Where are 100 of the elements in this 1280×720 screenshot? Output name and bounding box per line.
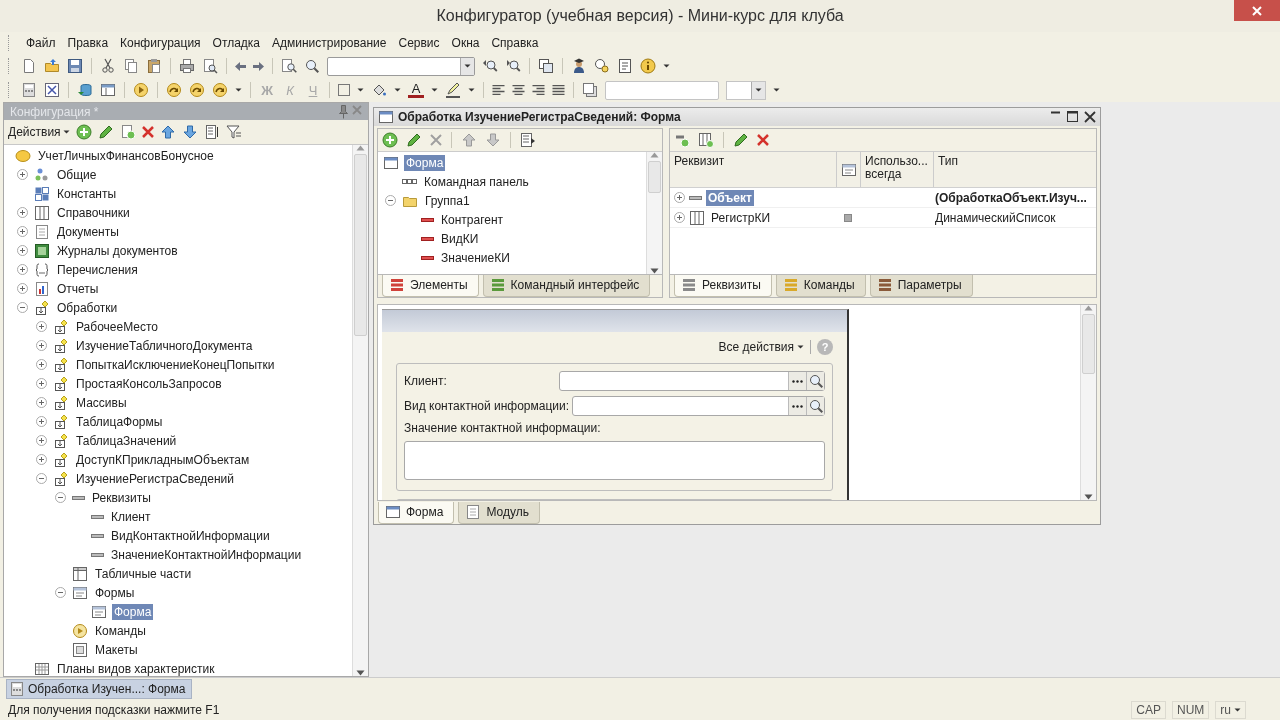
tree-item[interactable]: Группа1 bbox=[423, 192, 472, 209]
scrollbar[interactable] bbox=[352, 145, 368, 676]
column-header[interactable]: Тип bbox=[934, 152, 1096, 187]
scroll-thumb[interactable] bbox=[1082, 314, 1095, 374]
expand-icon[interactable] bbox=[35, 397, 47, 408]
tree-item[interactable]: Командная панель bbox=[422, 173, 531, 190]
collapse-icon[interactable] bbox=[16, 302, 28, 313]
tree-item[interactable]: Обработки bbox=[55, 299, 120, 316]
all-actions-button[interactable]: Все действия bbox=[718, 340, 804, 354]
scroll-thumb[interactable] bbox=[354, 154, 367, 336]
expand-icon[interactable] bbox=[35, 321, 47, 332]
tree-item[interactable]: Документы bbox=[55, 223, 121, 240]
table-row[interactable]: Объект (ОбработкаОбъект.Изуч... bbox=[670, 188, 1096, 208]
search-combo[interactable] bbox=[327, 56, 475, 76]
tree-item[interactable]: Константы bbox=[55, 185, 119, 202]
tree-item[interactable]: Массивы bbox=[74, 394, 129, 411]
tab[interactable]: Команды bbox=[775, 275, 866, 297]
tree-item[interactable]: Контрагент bbox=[439, 211, 506, 228]
attribute-name[interactable]: РегистрКИ bbox=[709, 209, 772, 226]
column-header[interactable]: Реквизит bbox=[670, 152, 837, 187]
tree-item[interactable]: Форма bbox=[404, 154, 446, 171]
menu-item[interactable]: Справка bbox=[491, 36, 539, 50]
expand-icon[interactable] bbox=[16, 169, 28, 180]
tree-item[interactable]: Формы bbox=[93, 584, 137, 601]
table-row[interactable]: РегистрКИ ДинамическийСписок bbox=[670, 208, 1096, 228]
tree-item[interactable]: Команды bbox=[93, 622, 148, 639]
attribute-name[interactable]: Объект bbox=[706, 189, 754, 206]
tree-item[interactable]: Форма bbox=[112, 603, 154, 620]
expand-icon[interactable] bbox=[35, 359, 47, 370]
tree-item[interactable]: Справочники bbox=[55, 204, 132, 221]
font-color-button[interactable]: A bbox=[408, 82, 424, 98]
tab[interactable]: Реквизиты bbox=[674, 275, 772, 297]
tree-item[interactable]: ДоступКПрикладнымОбъектам bbox=[74, 451, 252, 468]
caret-icon bbox=[235, 88, 242, 92]
column-header[interactable]: Использо... всегда bbox=[861, 152, 934, 187]
expand-icon[interactable] bbox=[674, 192, 685, 203]
search-button[interactable] bbox=[806, 397, 824, 415]
tree-item[interactable]: Макеты bbox=[93, 641, 140, 658]
search-button[interactable] bbox=[806, 372, 824, 390]
tree-item[interactable]: ИзучениеТабличногоДокумента bbox=[74, 337, 255, 354]
collapse-icon[interactable] bbox=[54, 587, 66, 598]
text-field[interactable] bbox=[605, 80, 719, 100]
expand-icon[interactable] bbox=[16, 245, 28, 256]
tab[interactable]: Параметры bbox=[869, 275, 973, 297]
menu-item[interactable]: Администрирование bbox=[272, 36, 387, 50]
tree-item[interactable]: РабочееМесто bbox=[74, 318, 160, 335]
scrollbar[interactable] bbox=[1080, 305, 1096, 500]
tree-item[interactable]: ПростаяКонсольЗапросов bbox=[74, 375, 224, 392]
tab[interactable]: Командный интерфейс bbox=[482, 275, 651, 297]
actions-menu[interactable]: Действия bbox=[8, 125, 70, 139]
language-indicator[interactable]: ru bbox=[1215, 701, 1246, 719]
tree-item[interactable]: ТаблицаЗначений bbox=[74, 432, 179, 449]
menu-item[interactable]: Отладка bbox=[212, 36, 261, 50]
input-field[interactable] bbox=[559, 371, 825, 391]
choose-button[interactable] bbox=[788, 397, 806, 415]
expand-icon[interactable] bbox=[35, 435, 47, 446]
tab[interactable]: Форма bbox=[378, 502, 455, 524]
scroll-thumb[interactable] bbox=[648, 161, 661, 193]
tree-item[interactable]: Клиент bbox=[109, 508, 153, 525]
tree-item[interactable]: Общие bbox=[55, 166, 99, 183]
tree-item[interactable]: Перечисления bbox=[55, 261, 140, 278]
tree-item[interactable]: ИзучениеРегистраСведений bbox=[74, 470, 237, 487]
tree-item[interactable]: ВидКИ bbox=[439, 230, 481, 247]
tree-item[interactable]: Реквизиты bbox=[90, 489, 153, 506]
expand-icon[interactable] bbox=[35, 378, 47, 389]
expand-icon[interactable] bbox=[35, 454, 47, 465]
tree-item[interactable]: ЗначениеКИ bbox=[439, 249, 512, 266]
expand-icon[interactable] bbox=[16, 226, 28, 237]
collapse-icon[interactable] bbox=[384, 195, 396, 206]
tree-item[interactable]: УчетЛичныхФинансовБонусное bbox=[36, 147, 216, 164]
collapse-icon[interactable] bbox=[54, 492, 66, 503]
menu-item[interactable]: Сервис bbox=[398, 36, 440, 50]
tree-item[interactable]: ВидКонтактнойИнформации bbox=[109, 527, 272, 544]
expand-icon[interactable] bbox=[674, 212, 685, 223]
expand-icon[interactable] bbox=[35, 416, 47, 427]
menu-item[interactable]: Правка bbox=[67, 36, 109, 50]
tree-item[interactable]: Табличные части bbox=[93, 565, 194, 582]
menu-item[interactable]: Файл bbox=[26, 36, 56, 50]
close-button[interactable] bbox=[1234, 0, 1280, 21]
tab[interactable]: Модуль bbox=[458, 502, 540, 524]
tree-item[interactable]: ПопыткаИсключениеКонецПопытки bbox=[74, 356, 277, 373]
tree-item[interactable]: Журналы документов bbox=[55, 242, 180, 259]
tree-item[interactable]: Планы видов характеристик bbox=[55, 660, 217, 676]
expand-icon[interactable] bbox=[16, 207, 28, 218]
tree-item[interactable]: ТаблицаФормы bbox=[74, 413, 165, 430]
window-tab[interactable]: Обработка Изучен...: Форма bbox=[6, 679, 193, 699]
processing-icon bbox=[53, 470, 69, 487]
tree-item[interactable]: Отчеты bbox=[55, 280, 101, 297]
collapse-icon[interactable] bbox=[35, 473, 47, 484]
choose-button[interactable] bbox=[788, 372, 806, 390]
tree-item[interactable]: ЗначениеКонтактнойИнформации bbox=[109, 546, 304, 563]
menu-item[interactable]: Окна bbox=[451, 36, 480, 50]
menu-item[interactable]: Конфигурация bbox=[120, 36, 201, 50]
expand-icon[interactable] bbox=[16, 264, 28, 275]
processing-icon bbox=[53, 337, 69, 354]
expand-icon[interactable] bbox=[16, 283, 28, 294]
expand-icon[interactable] bbox=[35, 340, 47, 351]
input-field[interactable] bbox=[572, 396, 825, 416]
tab[interactable]: Элементы bbox=[382, 275, 479, 297]
scrollbar[interactable] bbox=[646, 152, 662, 274]
